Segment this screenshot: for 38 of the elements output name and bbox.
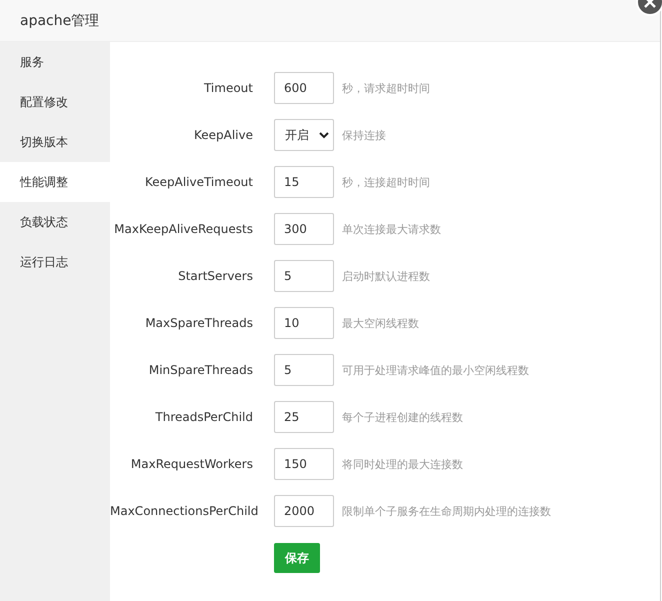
hint-text: 保持连接 — [342, 128, 386, 142]
input-field[interactable]: 600 — [274, 72, 334, 104]
input-field[interactable]: 5 — [274, 354, 334, 386]
field-label: MaxRequestWorkers — [130, 457, 254, 471]
input-field[interactable]: 5 — [274, 260, 334, 292]
hint-text: 最大空闲线程数 — [342, 316, 419, 330]
field-label: ThreadsPerChild — [154, 410, 254, 424]
field-label: KeepAliveTimeout — [144, 175, 254, 189]
hint-text: 限制单个子服务在生命周期内处理的连接数 — [342, 504, 551, 518]
caret-icon — [319, 132, 329, 138]
input-field[interactable]: 300 — [274, 213, 334, 245]
field-label: MaxSpareThreads — [144, 316, 254, 330]
field-label: KeepAlive — [192, 128, 254, 142]
field-label: MinSpareThreads — [148, 363, 254, 377]
sidebar-item[interactable]: 负载状态 — [0, 202, 110, 242]
hint-text: 将同时处理的最大连接数 — [342, 456, 463, 472]
dropdown[interactable]: 开启 — [274, 119, 334, 151]
field-label: Timeout — [202, 81, 254, 95]
hint-text: 启动时默认进程数 — [342, 268, 430, 284]
hint-text: 秒，请求超时时间 — [342, 80, 430, 96]
input-field[interactable]: 25 — [274, 401, 334, 433]
input-field[interactable]: 15 — [274, 166, 334, 198]
input-field[interactable]: 10 — [274, 307, 334, 339]
hint-text: 单次连接最大请求数 — [342, 222, 441, 236]
hint-text: 秒，连接超时时间 — [342, 174, 430, 190]
sidebar-item[interactable]: 切换版本 — [0, 122, 110, 162]
sidebar-item[interactable]: 服务 — [0, 42, 110, 82]
input-field[interactable]: 2000 — [274, 495, 334, 527]
sidebar-item[interactable]: 运行日志 — [0, 242, 110, 282]
input-field[interactable]: 150 — [274, 448, 334, 480]
window-title: apache管理 — [20, 12, 100, 30]
sidebar-item[interactable]: 配置修改 — [0, 82, 110, 122]
field-label: StartServers — [177, 269, 254, 283]
field-label: MaxKeepAliveRequests — [113, 222, 254, 236]
hint-text: 可用于处理请求峰值的最小空闲线程数 — [342, 362, 529, 378]
sidebar-item[interactable]: 性能调整 — [0, 162, 110, 202]
hint-text: 每个子进程创建的线程数 — [342, 410, 463, 424]
field-label: MaxConnectionsPerChild — [110, 504, 260, 518]
